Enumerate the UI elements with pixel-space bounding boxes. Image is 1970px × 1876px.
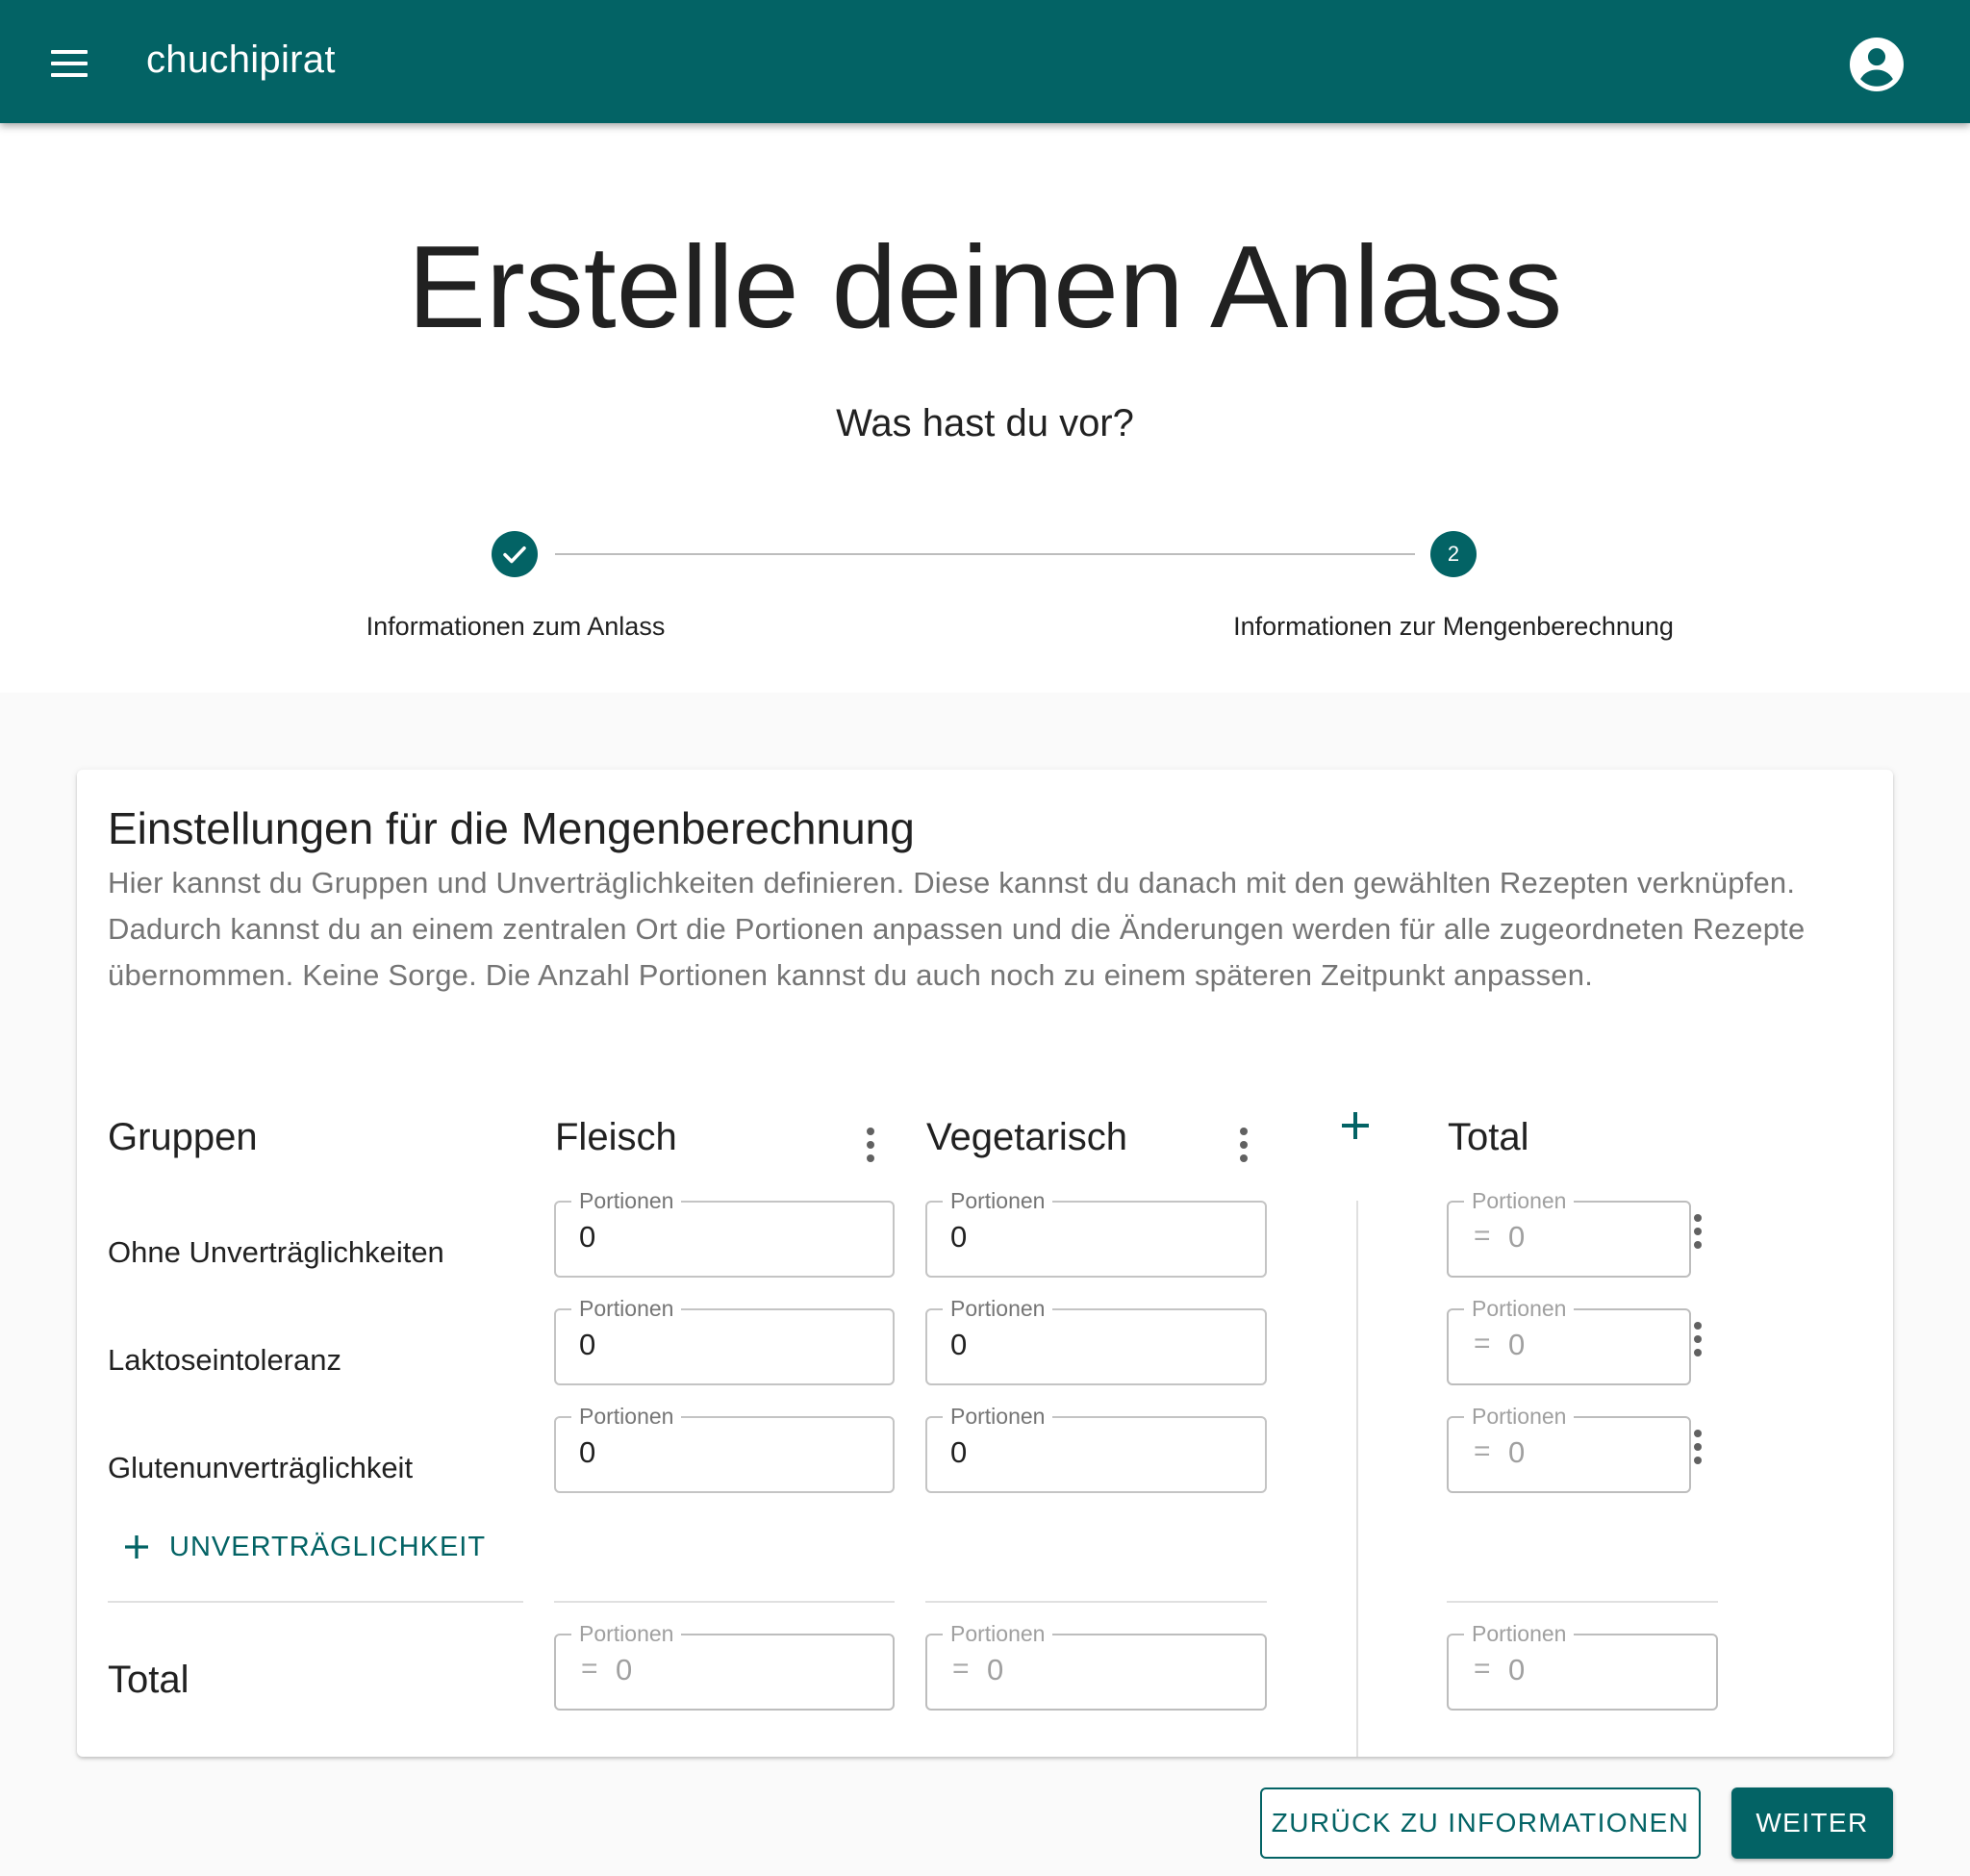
- field-label: Portionen: [1464, 1187, 1575, 1214]
- field-label: Portionen: [571, 1187, 682, 1214]
- field-label: Portionen: [943, 1403, 1053, 1430]
- field-label: Portionen: [1464, 1620, 1575, 1647]
- groups-header: Gruppen: [108, 1116, 258, 1158]
- more-vert-icon[interactable]: [1679, 1208, 1717, 1255]
- card-title: Einstellungen für die Mengenberechnung: [108, 803, 915, 853]
- step-number-2[interactable]: 2: [1430, 531, 1477, 577]
- portionen-field[interactable]: Portionen: [554, 1187, 895, 1278]
- portionen-input[interactable]: [579, 1220, 848, 1255]
- step-label-anlass[interactable]: Informationen zum Anlass: [289, 612, 743, 642]
- portionen-field[interactable]: Portionen: [925, 1403, 1267, 1493]
- field-label: Portionen: [943, 1187, 1053, 1214]
- add-column-icon[interactable]: [1332, 1103, 1378, 1149]
- page-subtitle: Was hast du vor?: [836, 402, 1134, 444]
- row-label: Laktoseintoleranz: [108, 1343, 341, 1377]
- column-header-fleisch: Fleisch: [555, 1116, 677, 1158]
- back-to-information-button[interactable]: ZURÜCK ZU INFORMATIONEN: [1260, 1787, 1701, 1859]
- field-label: Portionen: [943, 1295, 1053, 1322]
- page-header: Erstelle deinen Anlass Was hast du vor? …: [0, 123, 1970, 693]
- portionen-input[interactable]: [950, 1328, 1221, 1362]
- equals-icon: =: [1474, 1435, 1491, 1467]
- divider: [108, 1601, 523, 1603]
- grand-total-field: Portionen = 0: [1447, 1620, 1718, 1711]
- row-label: Glutenunverträglichkeit: [108, 1451, 414, 1484]
- total-value: 0: [1508, 1328, 1526, 1361]
- field-label: Portionen: [571, 1620, 682, 1647]
- more-vert-icon[interactable]: [1679, 1424, 1717, 1470]
- divider: [925, 1601, 1267, 1603]
- equals-icon: =: [1474, 1328, 1491, 1359]
- column-header-vegetarisch: Vegetarisch: [926, 1116, 1128, 1158]
- portionen-input[interactable]: [950, 1435, 1221, 1470]
- more-vert-icon[interactable]: [1225, 1122, 1263, 1168]
- total-value: 0: [1508, 1220, 1526, 1254]
- more-vert-icon[interactable]: [1679, 1316, 1717, 1362]
- divider: [1447, 1601, 1718, 1603]
- account-circle-icon[interactable]: [1843, 31, 1910, 98]
- next-button[interactable]: WEITER: [1731, 1787, 1893, 1859]
- card-description: Hier kannst du Gruppen und Unverträglich…: [108, 866, 1806, 992]
- equals-icon: =: [952, 1653, 970, 1685]
- row-label: Ohne Unverträglichkeiten: [108, 1235, 444, 1269]
- total-value: 0: [616, 1653, 633, 1686]
- field-label: Portionen: [571, 1295, 682, 1322]
- total-value: 0: [1508, 1435, 1526, 1469]
- add-intolerance-button[interactable]: UNVERTRÄGLICHKEIT: [115, 1522, 500, 1572]
- app-title[interactable]: chuchipirat: [146, 38, 336, 82]
- portionen-field[interactable]: Portionen: [925, 1187, 1267, 1278]
- field-label: Portionen: [1464, 1403, 1575, 1430]
- portionen-field[interactable]: Portionen: [554, 1403, 895, 1493]
- total-vegetarisch-field: Portionen = 0: [925, 1620, 1267, 1711]
- portionen-field[interactable]: Portionen: [925, 1295, 1267, 1385]
- step-label-mengenberechnung[interactable]: Informationen zur Mengenberechnung: [1184, 612, 1723, 642]
- field-label: Portionen: [1464, 1295, 1575, 1322]
- total-portionen-field: Portionen = 0: [1447, 1403, 1691, 1493]
- more-vert-icon[interactable]: [851, 1122, 890, 1168]
- equals-icon: =: [1474, 1653, 1491, 1685]
- settings-card: Einstellungen für die Mengenberechnung H…: [77, 770, 1893, 1757]
- field-label: Portionen: [571, 1403, 682, 1430]
- stepper-connector: [555, 553, 1415, 555]
- divider: [554, 1601, 895, 1603]
- portionen-input[interactable]: [579, 1435, 848, 1470]
- portionen-input[interactable]: [950, 1220, 1221, 1255]
- page-title: Erstelle deinen Anlass: [407, 221, 1563, 352]
- total-column-header: Total: [1448, 1116, 1529, 1158]
- total-portionen-field: Portionen = 0: [1447, 1295, 1691, 1385]
- equals-icon: =: [581, 1653, 598, 1685]
- check-icon[interactable]: [492, 531, 538, 577]
- menu-icon[interactable]: [38, 33, 100, 94]
- add-intolerance-label: UNVERTRÄGLICHKEIT: [169, 1532, 487, 1562]
- app-bar: chuchipirat: [0, 0, 1970, 123]
- portionen-field[interactable]: Portionen: [554, 1295, 895, 1385]
- field-label: Portionen: [943, 1620, 1053, 1647]
- total-row-label: Total: [108, 1659, 189, 1701]
- total-fleisch-field: Portionen = 0: [554, 1620, 895, 1711]
- column-divider: [1356, 1201, 1358, 1757]
- portionen-input[interactable]: [579, 1328, 848, 1362]
- plus-icon: [125, 1535, 148, 1559]
- total-value: 0: [987, 1653, 1004, 1686]
- total-value: 0: [1508, 1653, 1526, 1686]
- equals-icon: =: [1474, 1220, 1491, 1252]
- total-portionen-field: Portionen = 0: [1447, 1187, 1691, 1278]
